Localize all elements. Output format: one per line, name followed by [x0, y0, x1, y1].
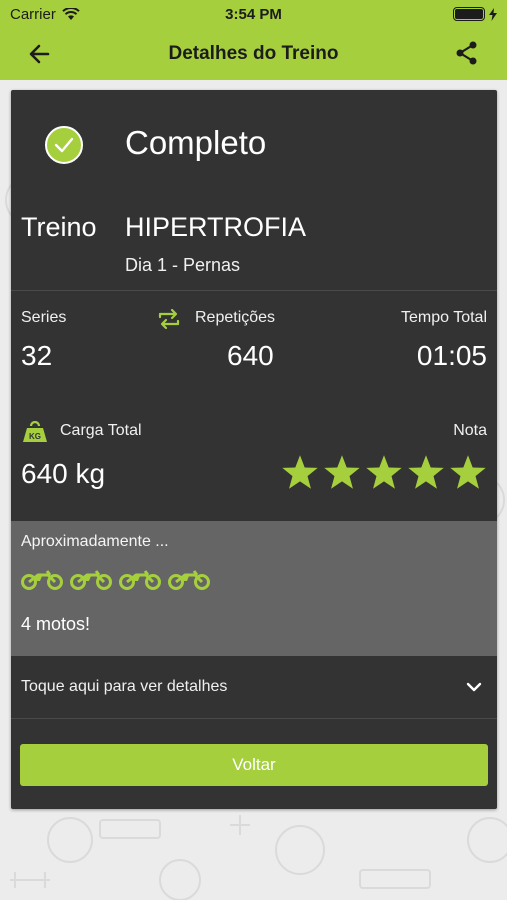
wifi-icon — [62, 7, 80, 20]
star-icon — [450, 455, 486, 489]
status-bar: Carrier 3:54 PM — [0, 0, 507, 28]
workout-name: HIPERTROFIA — [125, 212, 307, 242]
check-circle-icon — [45, 126, 83, 164]
share-icon[interactable] — [453, 39, 481, 67]
workout-day: Dia 1 - Pernas — [125, 255, 241, 275]
back-button[interactable]: Voltar — [20, 744, 488, 786]
series-value: 32 — [21, 340, 53, 371]
motorcycle-icon — [70, 570, 112, 590]
approximation-label: Aproximadamente ... — [21, 533, 169, 550]
view-details-row[interactable]: Toque aqui para ver detalhes — [11, 656, 497, 718]
weight-kg-icon: KG — [23, 421, 47, 442]
divider — [11, 290, 497, 291]
motorcycle-icon — [119, 570, 161, 590]
total-time-value: 01:05 — [416, 340, 487, 371]
repeat-icon — [158, 308, 180, 330]
status-label: Completo — [125, 124, 267, 161]
motorcycle-icons — [20, 567, 211, 591]
arrow-left-icon[interactable] — [26, 40, 54, 68]
approximation-panel: Aproximadamente ... 4 motos! — [11, 521, 497, 656]
total-time-label: Tempo Total — [401, 309, 487, 326]
carrier-label: Carrier — [10, 5, 56, 23]
completion-status: Completo — [11, 90, 497, 198]
approximation-text: 4 motos! — [21, 614, 91, 634]
star-icon — [366, 455, 402, 489]
series-label: Series — [21, 309, 67, 326]
star-icon — [324, 455, 360, 489]
workout-detail-card: Completo Treino HIPERTROFIA Dia 1 - Pern… — [11, 90, 497, 809]
treino-label: Treino — [21, 212, 97, 242]
charging-icon — [489, 7, 497, 21]
motorcycle-icon — [21, 570, 63, 590]
total-load-label: Carga Total — [60, 422, 142, 439]
total-load-value: 640 kg — [21, 458, 106, 489]
view-details-label: Toque aqui para ver detalhes — [21, 678, 228, 695]
reps-value: 640 — [227, 340, 274, 371]
chevron-down-icon — [466, 682, 482, 692]
divider — [11, 718, 497, 719]
nav-bar: Detalhes do Treino — [0, 28, 507, 80]
svg-text:KG: KG — [29, 432, 41, 441]
star-icon — [408, 455, 444, 489]
reps-label: Repetições — [195, 309, 276, 326]
battery-icon — [453, 7, 485, 21]
star-icon — [282, 455, 318, 489]
rating-label: Nota — [453, 422, 487, 439]
page-title: Detalhes do Treino — [168, 43, 339, 64]
motorcycle-icon — [168, 570, 210, 590]
rating-stars — [281, 454, 487, 490]
